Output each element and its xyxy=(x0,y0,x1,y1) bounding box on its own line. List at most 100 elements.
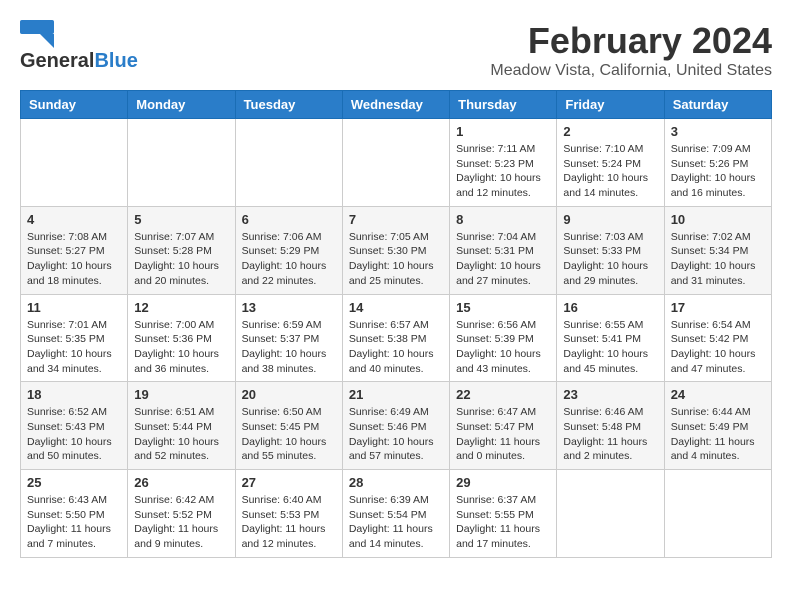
day-number: 11 xyxy=(27,300,121,315)
weekday-header: Friday xyxy=(557,91,664,119)
day-number: 1 xyxy=(456,124,550,139)
logo-blue: Blue xyxy=(94,50,137,73)
day-number: 21 xyxy=(349,387,443,402)
calendar-cell: 20Sunrise: 6:50 AM Sunset: 5:45 PM Dayli… xyxy=(235,382,342,470)
calendar-cell: 28 Sunrise: 6:39 AM Sunset: 5:54 PM Dayli… xyxy=(342,470,449,558)
day-number: 9 xyxy=(563,212,657,227)
weekday-header: Saturday xyxy=(664,91,771,119)
calendar-cell: 24 Sunrise: 6:44 AM Sunset: 5:49 PM Dayli… xyxy=(664,382,771,470)
logo-general: General xyxy=(20,50,94,73)
day-number: 23 xyxy=(563,387,657,402)
day-number: 4 xyxy=(27,212,121,227)
calendar-week-row: 1 Sunrise: 7:11 AM Sunset: 5:23 PM Daylig… xyxy=(21,119,772,207)
day-info: Sunrise: 6:55 AM Sunset: 5:41 PM Dayligh… xyxy=(563,318,657,377)
day-number: 24 xyxy=(671,387,765,402)
day-number: 17 xyxy=(671,300,765,315)
title-area: February 2024 Meadow Vista, California, … xyxy=(490,20,772,80)
day-number: 6 xyxy=(242,212,336,227)
calendar-week-row: 11Sunrise: 7:01 AM Sunset: 5:35 PM Dayli… xyxy=(21,294,772,382)
weekday-header: Sunday xyxy=(21,91,128,119)
weekday-header: Thursday xyxy=(450,91,557,119)
day-number: 15 xyxy=(456,300,550,315)
calendar-cell: 22 Sunrise: 6:47 AM Sunset: 5:47 PM Dayli… xyxy=(450,382,557,470)
calendar-cell xyxy=(664,470,771,558)
day-info: Sunrise: 7:00 AM Sunset: 5:36 PM Dayligh… xyxy=(134,318,228,377)
calendar-cell xyxy=(342,119,449,207)
day-info: Sunrise: 6:44 AM Sunset: 5:49 PM Dayligh… xyxy=(671,405,765,464)
calendar-cell: 12 Sunrise: 7:00 AM Sunset: 5:36 PM Dayli… xyxy=(128,294,235,382)
calendar-table: SundayMondayTuesdayWednesdayThursdayFrid… xyxy=(20,90,772,558)
calendar-cell: 8Sunrise: 7:04 AM Sunset: 5:31 PM Daylig… xyxy=(450,206,557,294)
calendar-cell: 4Sunrise: 7:08 AM Sunset: 5:27 PM Daylig… xyxy=(21,206,128,294)
day-number: 7 xyxy=(349,212,443,227)
calendar-cell: 26 Sunrise: 6:42 AM Sunset: 5:52 PM Dayli… xyxy=(128,470,235,558)
calendar-cell: 7 Sunrise: 7:05 AM Sunset: 5:30 PM Daylig… xyxy=(342,206,449,294)
calendar-cell: 15 Sunrise: 6:56 AM Sunset: 5:39 PM Dayli… xyxy=(450,294,557,382)
day-number: 14 xyxy=(349,300,443,315)
day-info: Sunrise: 6:42 AM Sunset: 5:52 PM Dayligh… xyxy=(134,493,228,552)
day-info: Sunrise: 7:11 AM Sunset: 5:23 PM Dayligh… xyxy=(456,142,550,201)
day-info: Sunrise: 6:52 AM Sunset: 5:43 PM Dayligh… xyxy=(27,405,121,464)
calendar-cell: 1 Sunrise: 7:11 AM Sunset: 5:23 PM Daylig… xyxy=(450,119,557,207)
calendar-cell: 18Sunrise: 6:52 AM Sunset: 5:43 PM Dayli… xyxy=(21,382,128,470)
day-info: Sunrise: 7:07 AM Sunset: 5:28 PM Dayligh… xyxy=(134,230,228,289)
calendar-cell: 25Sunrise: 6:43 AM Sunset: 5:50 PM Dayli… xyxy=(21,470,128,558)
day-info: Sunrise: 7:02 AM Sunset: 5:34 PM Dayligh… xyxy=(671,230,765,289)
month-title: February 2024 xyxy=(490,20,772,62)
calendar-cell: 11Sunrise: 7:01 AM Sunset: 5:35 PM Dayli… xyxy=(21,294,128,382)
day-info: Sunrise: 6:51 AM Sunset: 5:44 PM Dayligh… xyxy=(134,405,228,464)
weekday-header: Monday xyxy=(128,91,235,119)
calendar-cell xyxy=(21,119,128,207)
day-info: Sunrise: 7:04 AM Sunset: 5:31 PM Dayligh… xyxy=(456,230,550,289)
calendar-cell: 17 Sunrise: 6:54 AM Sunset: 5:42 PM Dayli… xyxy=(664,294,771,382)
calendar-week-row: 25Sunrise: 6:43 AM Sunset: 5:50 PM Dayli… xyxy=(21,470,772,558)
day-number: 10 xyxy=(671,212,765,227)
day-info: Sunrise: 7:05 AM Sunset: 5:30 PM Dayligh… xyxy=(349,230,443,289)
day-info: Sunrise: 6:59 AM Sunset: 5:37 PM Dayligh… xyxy=(242,318,336,377)
calendar-cell: 29 Sunrise: 6:37 AM Sunset: 5:55 PM Dayli… xyxy=(450,470,557,558)
day-info: Sunrise: 7:10 AM Sunset: 5:24 PM Dayligh… xyxy=(563,142,657,201)
day-number: 22 xyxy=(456,387,550,402)
day-info: Sunrise: 7:06 AM Sunset: 5:29 PM Dayligh… xyxy=(242,230,336,289)
logo: General Blue xyxy=(20,20,138,73)
day-info: Sunrise: 6:50 AM Sunset: 5:45 PM Dayligh… xyxy=(242,405,336,464)
location-title: Meadow Vista, California, United States xyxy=(490,62,772,80)
day-number: 3 xyxy=(671,124,765,139)
calendar-cell: 13 Sunrise: 6:59 AM Sunset: 5:37 PM Dayli… xyxy=(235,294,342,382)
calendar-cell: 10 Sunrise: 7:02 AM Sunset: 5:34 PM Dayli… xyxy=(664,206,771,294)
day-number: 27 xyxy=(242,475,336,490)
day-number: 25 xyxy=(27,475,121,490)
calendar-cell: 16 Sunrise: 6:55 AM Sunset: 5:41 PM Dayli… xyxy=(557,294,664,382)
calendar-header-row: SundayMondayTuesdayWednesdayThursdayFrid… xyxy=(21,91,772,119)
day-info: Sunrise: 6:54 AM Sunset: 5:42 PM Dayligh… xyxy=(671,318,765,377)
calendar-cell: 19 Sunrise: 6:51 AM Sunset: 5:44 PM Dayli… xyxy=(128,382,235,470)
calendar-cell xyxy=(128,119,235,207)
day-info: Sunrise: 6:40 AM Sunset: 5:53 PM Dayligh… xyxy=(242,493,336,552)
day-number: 5 xyxy=(134,212,228,227)
weekday-header: Tuesday xyxy=(235,91,342,119)
weekday-header: Wednesday xyxy=(342,91,449,119)
day-info: Sunrise: 6:49 AM Sunset: 5:46 PM Dayligh… xyxy=(349,405,443,464)
day-number: 19 xyxy=(134,387,228,402)
day-number: 26 xyxy=(134,475,228,490)
day-number: 13 xyxy=(242,300,336,315)
day-number: 12 xyxy=(134,300,228,315)
calendar-cell: 27 Sunrise: 6:40 AM Sunset: 5:53 PM Dayli… xyxy=(235,470,342,558)
calendar-cell: 21 Sunrise: 6:49 AM Sunset: 5:46 PM Dayli… xyxy=(342,382,449,470)
day-number: 2 xyxy=(563,124,657,139)
day-number: 29 xyxy=(456,475,550,490)
day-info: Sunrise: 6:57 AM Sunset: 5:38 PM Dayligh… xyxy=(349,318,443,377)
page-header: General Blue February 2024 Meadow Vista,… xyxy=(20,20,772,80)
day-number: 28 xyxy=(349,475,443,490)
logo-icon xyxy=(20,20,54,48)
calendar-cell: 14 Sunrise: 6:57 AM Sunset: 5:38 PM Dayli… xyxy=(342,294,449,382)
day-info: Sunrise: 6:37 AM Sunset: 5:55 PM Dayligh… xyxy=(456,493,550,552)
day-info: Sunrise: 6:39 AM Sunset: 5:54 PM Dayligh… xyxy=(349,493,443,552)
calendar-cell: 2 Sunrise: 7:10 AM Sunset: 5:24 PM Daylig… xyxy=(557,119,664,207)
day-number: 16 xyxy=(563,300,657,315)
day-info: Sunrise: 6:56 AM Sunset: 5:39 PM Dayligh… xyxy=(456,318,550,377)
day-info: Sunrise: 6:47 AM Sunset: 5:47 PM Dayligh… xyxy=(456,405,550,464)
calendar-cell xyxy=(557,470,664,558)
day-info: Sunrise: 7:03 AM Sunset: 5:33 PM Dayligh… xyxy=(563,230,657,289)
calendar-cell: 3Sunrise: 7:09 AM Sunset: 5:26 PM Daylig… xyxy=(664,119,771,207)
